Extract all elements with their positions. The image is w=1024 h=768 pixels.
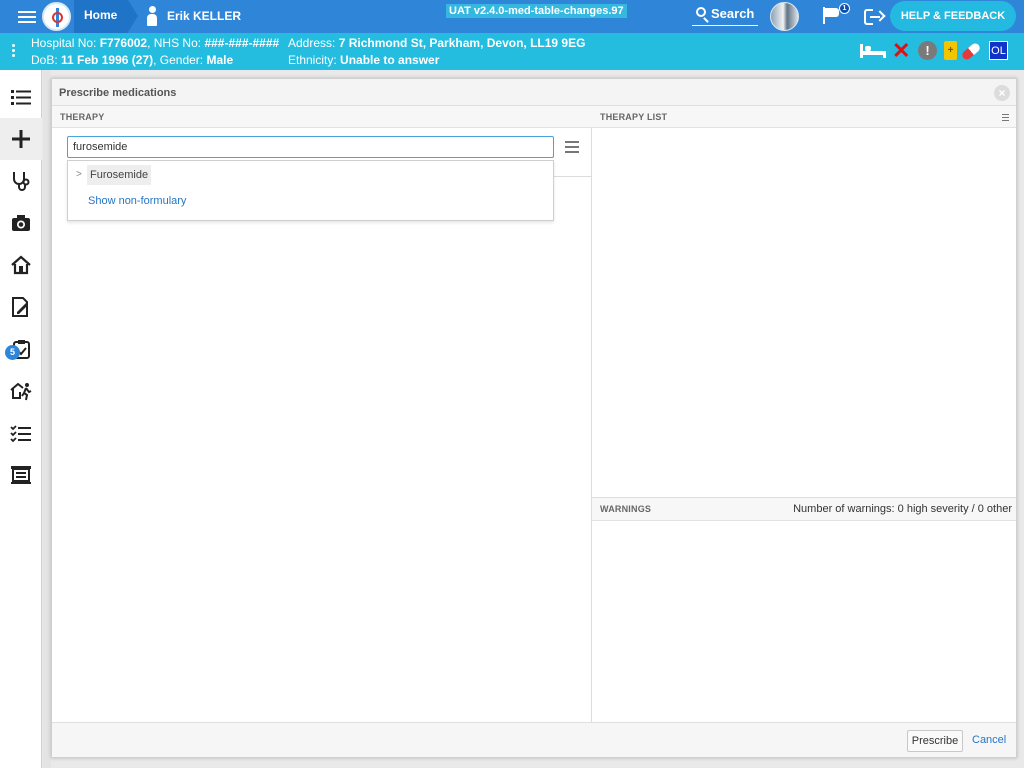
banner-status-icons: ✕ ! + OL: [860, 40, 1010, 63]
house-icon: [11, 255, 31, 275]
hospital-no-label: Hospital No:: [31, 36, 97, 50]
breadcrumb-home[interactable]: Home: [74, 0, 138, 33]
avatar[interactable]: [770, 2, 799, 31]
top-bar: Home Erik KELLER UAT v2.4.0-med-table-ch…: [0, 0, 1024, 33]
therapy-suggestions-dropdown: > Furosemide Show non-formulary: [67, 160, 554, 221]
sidebar-item-clinical[interactable]: [0, 160, 42, 202]
left-sidebar: 5: [0, 70, 42, 768]
nhs-no-value: ###-###-####: [204, 36, 280, 50]
address-value: 7 Richmond St, Parkham, Devon, LL19 9EG: [338, 36, 586, 50]
divider: [554, 176, 592, 177]
address-label: Address:: [288, 36, 336, 50]
patient-banner: Hospital No: F776002, NHS No: ###-###-##…: [0, 33, 1024, 70]
alert-icon[interactable]: !: [918, 41, 937, 60]
ol-badge[interactable]: OL: [989, 41, 1008, 60]
gender-label: Gender:: [159, 53, 204, 67]
therapy-list-header: THERAPY LIST: [592, 106, 1016, 128]
sidebar-item-list[interactable]: [0, 76, 42, 118]
sidebar-item-add[interactable]: [0, 118, 42, 160]
sidebar-item-notes[interactable]: [0, 286, 42, 328]
cancel-link[interactable]: Cancel: [972, 734, 1006, 746]
checklist-icon: [10, 425, 31, 443]
therapy-pane: THERAPY > Furosemide Show non-formulary: [52, 106, 592, 722]
banner-identifiers: Hospital No: F776002, NHS No: ###-###-##…: [31, 36, 280, 50]
flag-count-badge: 1: [839, 3, 850, 14]
dialog-header: Prescribe medications ×: [52, 79, 1016, 106]
prescribe-medications-dialog: Prescribe medications × THERAPY > Furose…: [51, 78, 1017, 758]
dob-value: 11 Feb 1996 (27): [61, 53, 154, 67]
therapy-header: THERAPY: [52, 106, 592, 128]
warnings-count: Number of warnings: 0 high severity / 0 …: [793, 503, 1012, 515]
hospital-no-value: F776002: [99, 36, 148, 50]
camera-icon: [12, 215, 30, 231]
dialog-footer: Prescribe Cancel: [52, 722, 1016, 757]
warnings-header: WARNINGS Number of warnings: 0 high seve…: [592, 498, 1016, 521]
banner-demographics: DoB: 11 Feb 1996 (27), Gender: Male: [31, 53, 234, 67]
document-edit-icon: [12, 297, 28, 317]
bed-icon[interactable]: [860, 41, 886, 61]
therapy-search-input[interactable]: [67, 136, 554, 158]
menu-icon[interactable]: [18, 8, 36, 24]
suggestion-item-furosemide[interactable]: Furosemide: [87, 165, 152, 185]
breadcrumb-patient[interactable]: Erik KELLER: [167, 9, 241, 23]
sidebar-item-camera[interactable]: [0, 202, 42, 244]
search-button[interactable]: Search: [692, 4, 758, 26]
list-icon: [11, 90, 31, 105]
therapy-options-menu-icon[interactable]: [565, 141, 579, 153]
search-icon: [696, 7, 706, 17]
ethnicity-value: Unable to answer: [340, 53, 440, 67]
chevron-right-icon[interactable]: >: [76, 169, 82, 180]
sidebar-item-discharge[interactable]: [0, 370, 42, 412]
kebab-menu-icon[interactable]: [12, 44, 16, 60]
sidebar-item-checklist[interactable]: [0, 412, 42, 454]
therapy-list-menu-icon[interactable]: [1002, 114, 1009, 121]
gender-value: Male: [206, 53, 234, 67]
help-feedback-button[interactable]: HELP & FEEDBACK: [890, 1, 1016, 31]
sidebar-item-home[interactable]: [0, 244, 42, 286]
ethnicity-label: Ethnicity:: [288, 53, 337, 67]
show-non-formulary-link[interactable]: Show non-formulary: [88, 195, 186, 207]
app-logo: [42, 2, 71, 31]
stethoscope-icon: [13, 172, 30, 191]
tasks-count-badge: 5: [5, 345, 20, 360]
banner-ethnicity: Ethnicity: Unable to answer: [288, 53, 439, 67]
logout-icon[interactable]: [864, 9, 886, 25]
clipboard-icon[interactable]: +: [944, 41, 957, 60]
warnings-title: WARNINGS: [600, 504, 652, 514]
banner-address: Address: 7 Richmond St, Parkham, Devon, …: [288, 36, 585, 50]
whiteboard-icon: [11, 466, 31, 484]
prescribe-button[interactable]: Prescribe: [907, 730, 963, 752]
search-label: Search: [711, 6, 755, 21]
pill-icon[interactable]: [960, 41, 982, 62]
sidebar-item-board[interactable]: [0, 454, 42, 496]
plus-icon: [12, 130, 30, 148]
nhs-no-label: NHS No:: [153, 36, 202, 50]
person-icon: [145, 6, 159, 26]
dob-label: DoB:: [31, 53, 58, 67]
house-exit-icon: [10, 382, 32, 401]
warnings-pane: WARNINGS Number of warnings: 0 high seve…: [592, 497, 1016, 722]
resuscitation-status-icon[interactable]: ✕: [892, 40, 910, 62]
close-icon[interactable]: ×: [994, 85, 1010, 101]
environment-label: UAT v2.4.0-med-table-changes.97: [446, 4, 627, 18]
therapy-list-pane: THERAPY LIST: [592, 106, 1016, 497]
dialog-title: Prescribe medications: [59, 87, 177, 99]
background-page: [43, 70, 51, 768]
